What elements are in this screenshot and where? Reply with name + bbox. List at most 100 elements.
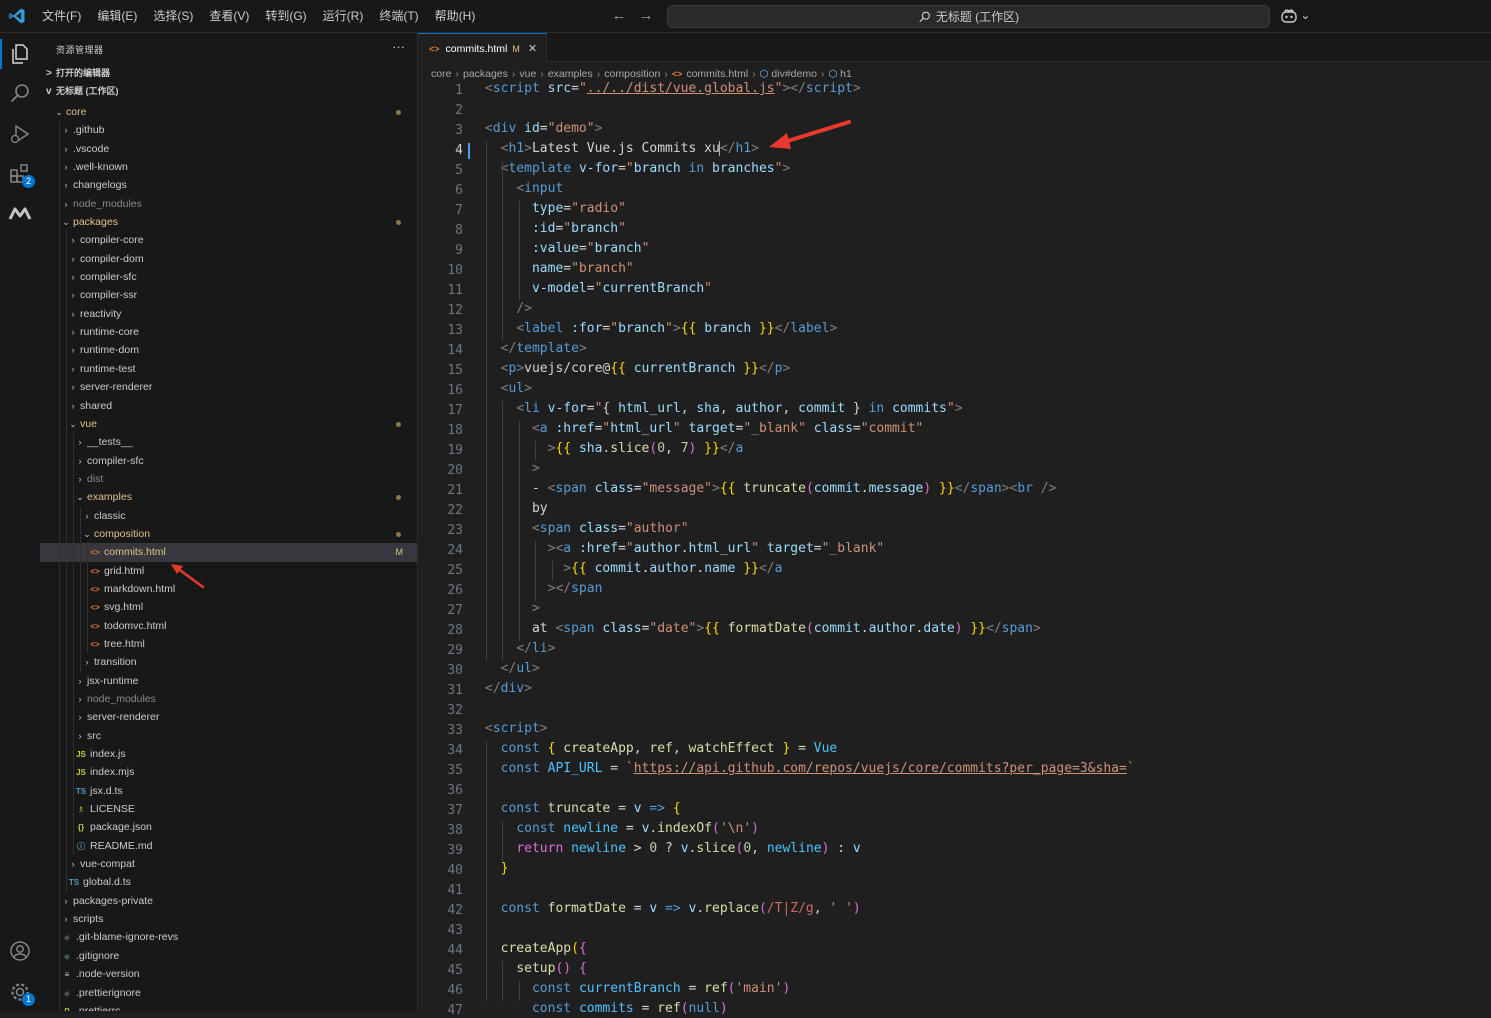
more-actions-icon[interactable]: ··· — [392, 39, 405, 54]
tree-folder[interactable]: › vue-compat — [40, 855, 417, 874]
gear-icon[interactable]: 1 — [8, 980, 35, 1006]
code-token: ( — [712, 821, 720, 836]
breadcrumb-item[interactable]: div#demo — [771, 68, 817, 80]
close-icon[interactable]: ✕ — [528, 42, 537, 55]
indent-guide — [73, 836, 74, 856]
tree-file[interactable]: <> grid.html — [40, 561, 417, 580]
tree-folder[interactable]: › compiler-dom — [40, 249, 417, 269]
tree-folder[interactable]: › transition — [40, 653, 417, 672]
menu-item[interactable]: 终端(T) — [371, 0, 426, 32]
command-center-search[interactable]: 无标题 (工作区) — [667, 5, 1270, 28]
workspace-section[interactable]: v 无标题 (工作区) — [40, 82, 417, 100]
tree-folder[interactable]: ⌄ examples — [40, 488, 417, 507]
menu-item[interactable]: 运行(R) — [315, 0, 372, 32]
tree-file[interactable]: TS global.d.ts — [40, 873, 417, 892]
account-icon[interactable] — [8, 939, 32, 963]
menu-item[interactable]: 编辑(E) — [89, 0, 145, 32]
breadcrumb-item[interactable]: packages — [463, 68, 508, 80]
menu-item[interactable]: 选择(S) — [145, 0, 201, 32]
tree-file[interactable]: <> todomvc.html — [40, 616, 417, 635]
chevron-down-icon: ⌄ — [62, 217, 70, 228]
extensions-icon[interactable]: 2 — [8, 162, 35, 188]
tree-folder[interactable]: › packages-private — [40, 891, 417, 911]
tree-file[interactable]: ♗ LICENSE — [40, 800, 417, 819]
menu-item[interactable]: 转到(G) — [257, 0, 314, 32]
search-icon[interactable] — [8, 82, 32, 106]
tree-folder[interactable]: ⌄ packages — [40, 213, 417, 232]
tree-file[interactable]: JS index.mjs — [40, 763, 417, 782]
tree-folder[interactable]: › runtime-core — [40, 323, 417, 342]
tree-file[interactable]: ⓘ README.md — [40, 836, 417, 856]
tree-folder[interactable]: › server-renderer — [40, 378, 417, 397]
tree-folder[interactable]: › reactivity — [40, 304, 417, 324]
breadcrumb-item[interactable]: composition — [604, 68, 660, 80]
tree-folder[interactable]: › .vscode — [40, 139, 417, 159]
breadcrumb-item[interactable]: examples — [548, 68, 593, 80]
tree-file[interactable]: ◆ .git-blame-ignore-revs — [40, 928, 417, 947]
tree-folder[interactable]: › __tests__ — [40, 433, 417, 452]
tab-commits-html[interactable]: <> commits.html M ✕ — [418, 33, 547, 63]
indent-guide — [73, 598, 74, 617]
tree-folder[interactable]: › compiler-ssr — [40, 286, 417, 305]
tree-file[interactable]: JS index.js — [40, 745, 417, 764]
tree-folder[interactable]: › classic — [40, 506, 417, 525]
tree-file[interactable]: <> tree.html — [40, 634, 417, 654]
tree-file[interactable]: ◆ .prettierignore — [40, 983, 417, 1002]
indent-guide — [66, 469, 67, 489]
copilot-menu-button[interactable]: ⌄ — [1281, 8, 1311, 24]
tree-folder[interactable]: › runtime-dom — [40, 341, 417, 360]
line-number: 31 — [447, 683, 463, 698]
activity-bar: 2 1 — [0, 33, 41, 1011]
remote-explorer-icon[interactable] — [8, 202, 32, 226]
tree-file[interactable]: ≡ .node-version — [40, 965, 417, 984]
tree-folder[interactable]: ⌄ core — [40, 103, 417, 121]
tree-folder[interactable]: › node_modules — [40, 690, 417, 709]
breadcrumb-item[interactable]: vue — [519, 68, 536, 80]
tree-folder[interactable]: › server-renderer — [40, 708, 417, 727]
tree-folder[interactable]: › runtime-test — [40, 359, 417, 379]
tree-file[interactable]: TS jsx.d.ts — [40, 781, 417, 801]
tree-file[interactable]: <> svg.html — [40, 598, 417, 617]
back-arrow-icon[interactable]: ← — [609, 6, 629, 26]
indent-guide — [80, 506, 81, 525]
tree-file[interactable]: {}.prettierrc — [40, 1001, 417, 1011]
tree-file[interactable]: {} package.json — [40, 818, 417, 837]
tree-folder[interactable]: › compiler-sfc — [40, 268, 417, 287]
tree-folder[interactable]: › jsx-runtime — [40, 671, 417, 690]
forward-arrow-icon[interactable]: → — [636, 6, 656, 26]
run-debug-icon[interactable] — [8, 122, 32, 146]
breadcrumb-item[interactable]: h1 — [840, 68, 852, 80]
menu-item[interactable]: 查看(V) — [201, 0, 257, 32]
code-token: } — [852, 401, 869, 416]
tree-file[interactable]: <> commits.html M — [40, 543, 417, 562]
tree-folder[interactable]: › shared — [40, 396, 417, 415]
tree-folder[interactable]: › src — [40, 726, 417, 746]
code-line: <div id="demo"> — [485, 121, 602, 136]
menu-item[interactable]: 帮助(H) — [427, 0, 484, 32]
chevron-right-icon: › — [71, 235, 75, 246]
tree-folder[interactable]: › compiler-sfc — [40, 451, 417, 470]
code-line: /> — [485, 301, 532, 316]
breadcrumb-item[interactable]: commits.html — [686, 68, 748, 80]
tree-folder[interactable]: › node_modules — [40, 194, 417, 214]
breadcrumb-item[interactable]: core — [431, 68, 451, 80]
code-token: '\n' — [719, 821, 752, 836]
file-type-icon: <> — [90, 639, 100, 649]
explorer-icon[interactable] — [8, 42, 32, 66]
tree-folder[interactable]: › scripts — [40, 910, 417, 929]
tree-folder[interactable]: ⌄ vue — [40, 414, 417, 434]
tree-file[interactable]: <> markdown.html — [40, 579, 417, 599]
menu-item[interactable]: 文件(F) — [34, 0, 89, 32]
tree-folder[interactable]: › .well-known — [40, 158, 417, 177]
open-editors-section[interactable]: > 打开的编辑器 — [40, 64, 417, 82]
tree-folder[interactable]: › dist — [40, 469, 417, 489]
tree-item-label: composition — [94, 527, 151, 540]
tree-folder[interactable]: › changelogs — [40, 176, 417, 195]
tree-folder[interactable]: › compiler-core — [40, 231, 417, 250]
chevron-right-icon: › — [64, 143, 68, 154]
tree-folder[interactable]: ⌄ composition — [40, 524, 417, 544]
tree-folder[interactable]: › .github — [40, 121, 417, 140]
tree-file[interactable]: ◆ .gitignore — [40, 946, 417, 966]
code-token: > — [712, 481, 720, 496]
